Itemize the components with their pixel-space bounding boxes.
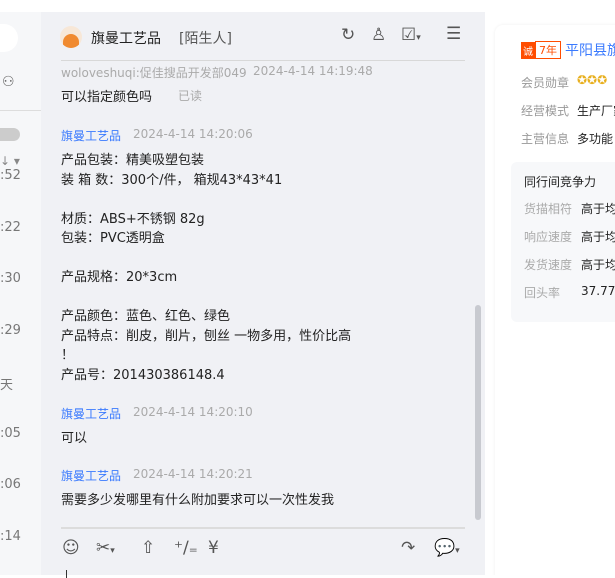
read-status: 已读 bbox=[178, 89, 203, 103]
cheng-badge-icon: 诚 bbox=[521, 42, 535, 59]
conversation-time[interactable]: :14 bbox=[0, 529, 21, 544]
upload-icon[interactable]: ⇧ bbox=[141, 538, 155, 558]
compete-label: 货描相符 bbox=[524, 202, 573, 216]
menu-icon[interactable]: ☰ bbox=[446, 24, 461, 44]
message-text: ！ bbox=[61, 348, 75, 363]
compete-value: 高于均 bbox=[581, 230, 615, 244]
message-time: 2024-4-14 14:20:10 bbox=[133, 405, 253, 419]
message-time: 2024-4-14 14:20:06 bbox=[133, 127, 253, 141]
contact-name: 旗曼工艺品 bbox=[91, 31, 161, 47]
toggle[interactable] bbox=[0, 128, 20, 141]
text-cursor[interactable] bbox=[66, 570, 67, 578]
message-text: 产品包装：精美吸塑包装 bbox=[61, 153, 205, 168]
forward-icon[interactable]: ↷ bbox=[401, 538, 415, 558]
conversation-time[interactable]: 天 bbox=[0, 374, 13, 393]
search-box[interactable] bbox=[0, 24, 18, 52]
message-time: 2024-4-14 14:19:48 bbox=[253, 64, 373, 78]
message-text: 需要多少发哪里有什么附加要求可以一次性发我 bbox=[61, 493, 335, 508]
add-contact-icon[interactable]: ♙ bbox=[371, 25, 386, 45]
medal-icon: ✪✪✪ bbox=[577, 73, 608, 87]
org-icon[interactable]: ⚇ bbox=[2, 74, 15, 90]
compete-value: 高于均 bbox=[581, 258, 615, 272]
message-sender[interactable]: 旗曼工艺品 bbox=[61, 405, 121, 422]
message-text: 产品特点：削皮，削片，刨丝 一物多用，性价比高 bbox=[61, 328, 352, 344]
message-text: 产品号：201430386148.4 bbox=[61, 367, 225, 383]
compete-label: 发货速度 bbox=[524, 258, 573, 272]
conversation-time[interactable]: :30 bbox=[0, 271, 21, 286]
conversation-time[interactable]: :06 bbox=[0, 477, 21, 492]
conversation-time[interactable]: :05 bbox=[0, 426, 21, 441]
message-text: 产品颜色：蓝色、红色、绿色 bbox=[61, 309, 231, 324]
refresh-icon[interactable]: ↻ bbox=[341, 25, 355, 45]
message-sender: woloveshuqi:促佳搜品开发部049 bbox=[61, 66, 247, 80]
divider bbox=[61, 527, 465, 529]
message-text: 包装：PVC透明盒 bbox=[61, 231, 165, 246]
seller-info-panel: 诚 7年 平阳县旗 会员勋章 ✪✪✪ 经营模式 生产厂家 主营信息 多功能 同行… bbox=[485, 0, 615, 575]
info-value: 多功能 bbox=[577, 132, 614, 146]
payment-icon[interactable]: ¥ bbox=[208, 538, 219, 558]
divider bbox=[0, 110, 41, 111]
info-value: 生产厂家 bbox=[577, 104, 615, 118]
info-label: 主营信息 bbox=[521, 132, 570, 146]
company-name[interactable]: 平阳县旗 bbox=[565, 40, 615, 60]
info-label: 经营模式 bbox=[521, 104, 570, 118]
chat-history-icon[interactable]: 💬▾ bbox=[434, 538, 460, 558]
card-title: 同行间竞争力 bbox=[524, 175, 597, 189]
message-text: 可以指定颜色吗 bbox=[61, 90, 153, 105]
contact-tag: [陌生人] bbox=[179, 31, 232, 47]
message-text: 可以 bbox=[61, 431, 88, 446]
message-text: 装 箱 数：300个/件， 箱规43*43*41 bbox=[61, 172, 283, 188]
compete-label: 响应速度 bbox=[524, 230, 573, 244]
conversation-time[interactable]: :22 bbox=[0, 220, 21, 235]
chat-panel: 旗曼工艺品 [陌生人] ↻ ♙ ☑▾ ☰ woloveshuqi:促佳搜品开发部… bbox=[41, 12, 485, 578]
screenshot-icon[interactable]: ✂▾ bbox=[96, 538, 115, 558]
competitiveness-card: 同行间竞争力 货描相符高于均响应速度高于均发货速度高于均回头率37.77% bbox=[511, 162, 615, 322]
conversation-list: ⚇ ↓ ▾ :52 :22 :30 :29 天 :05 :06 :14 bbox=[0, 12, 41, 575]
message-time: 2024-4-14 14:20:21 bbox=[133, 467, 253, 481]
message-text: 材质：ABS+不锈钢 82g bbox=[61, 211, 205, 227]
conversation-time[interactable]: :29 bbox=[0, 323, 21, 338]
compete-value: 高于均 bbox=[581, 202, 615, 216]
message-text: 产品规格：20*3cm bbox=[61, 270, 178, 285]
info-label: 会员勋章 bbox=[521, 76, 570, 90]
emoji-icon[interactable]: ☺ bbox=[62, 538, 80, 558]
avatar bbox=[60, 26, 82, 48]
compete-value: 37.77% bbox=[581, 284, 615, 298]
years-badge: 7年 bbox=[535, 41, 561, 59]
task-icon[interactable]: ☑▾ bbox=[401, 25, 421, 45]
message-sender[interactable]: 旗曼工艺品 bbox=[61, 127, 121, 144]
compete-label: 回头率 bbox=[524, 286, 561, 300]
conversation-time[interactable]: :52 bbox=[0, 168, 21, 183]
sort-dropdown[interactable]: ↓ ▾ bbox=[0, 154, 20, 168]
scrollbar[interactable] bbox=[475, 305, 481, 520]
message-sender[interactable]: 旗曼工艺品 bbox=[61, 467, 121, 484]
divider bbox=[61, 60, 465, 61]
quick-phrase-icon[interactable]: ⁺∕₌ bbox=[174, 538, 198, 558]
